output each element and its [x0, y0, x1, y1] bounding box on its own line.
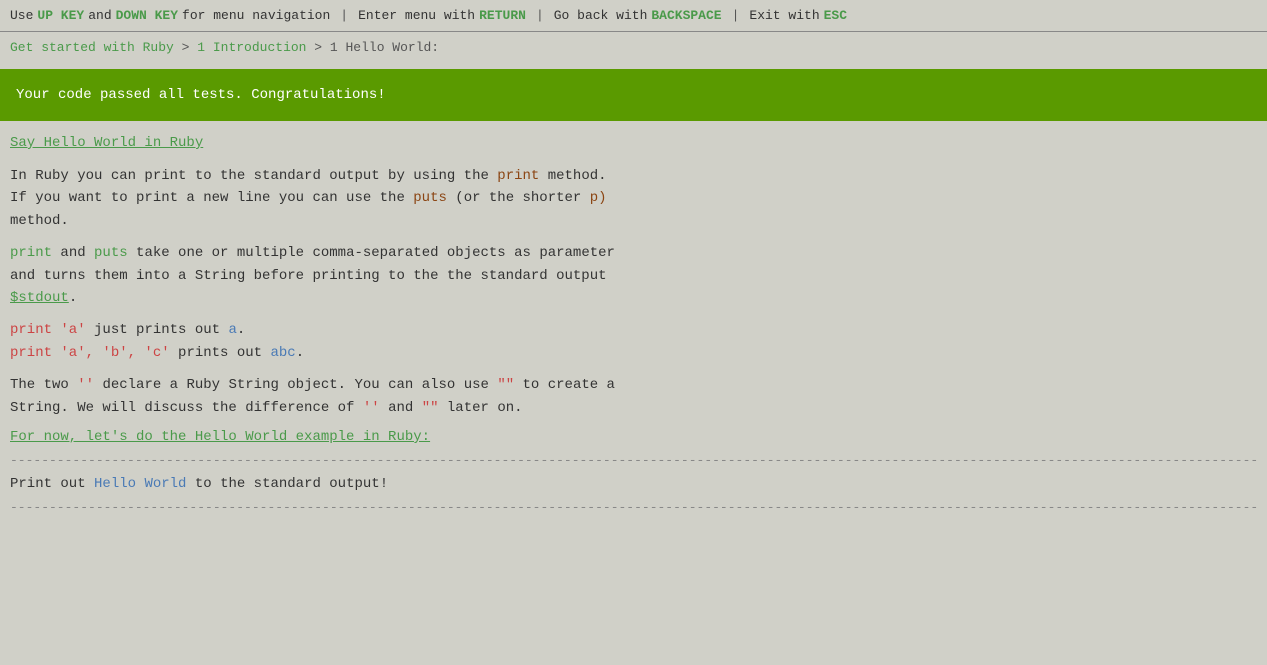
top-bar: Use UP KEY and DOWN KEY for menu navigat… [0, 0, 1267, 31]
para2-code1: puts [413, 190, 447, 206]
separator3: | [732, 8, 740, 23]
divider-dashes-1: ----------------------------------------… [10, 453, 1257, 468]
example-link-container: For now, let's do the Hello World exampl… [10, 429, 1257, 445]
lesson-title[interactable]: Say Hello World in Ruby [10, 135, 203, 151]
content: Say Hello World in Ruby In Ruby you can … [0, 127, 1267, 529]
para4-code3: '' [363, 400, 380, 416]
separator2: | [536, 8, 544, 23]
para4-code2: "" [497, 377, 514, 393]
topbar-text1: Use [10, 8, 33, 23]
example1-dot: . [237, 322, 245, 338]
breadcrumb-sep2: > [314, 40, 330, 55]
paragraph-2: print and puts take one or multiple comm… [10, 242, 1257, 309]
example-link[interactable]: For now, let's do the Hello World exampl… [10, 429, 430, 445]
example2-mid: prints out [178, 345, 270, 361]
para3-var: $stdout [10, 290, 69, 306]
breadcrumb-link1[interactable]: Get started with Ruby [10, 40, 174, 55]
key-up: UP KEY [37, 8, 84, 23]
para3-dot: . [69, 290, 77, 306]
para1-pre: In Ruby you can print to the standard ou… [10, 168, 489, 184]
para4-mid1: declare a Ruby String object. You can al… [102, 377, 488, 393]
banner-message: Your code passed all tests. Congratulati… [16, 87, 386, 103]
task-post: to the standard output! [195, 476, 388, 492]
key-return: RETURN [479, 8, 526, 23]
para1-post: method. [548, 168, 607, 184]
para3-code2: puts [94, 245, 128, 261]
example2-val: abc [270, 345, 295, 361]
breadcrumb-link2[interactable]: 1 Introduction [197, 40, 306, 55]
para3-mid1: and [60, 245, 94, 261]
breadcrumb: Get started with Ruby > 1 Introduction >… [0, 32, 1267, 63]
para2-post: method. [10, 213, 69, 229]
paragraph-3: print 'a' just prints out a. print 'a', … [10, 319, 1257, 364]
breadcrumb-sep1: > [182, 40, 198, 55]
topbar-text3: for menu navigation [182, 8, 330, 23]
para4-code4: "" [422, 400, 439, 416]
para2-code2: p) [590, 190, 607, 206]
topbar-text2: and [88, 8, 111, 23]
example2-code: print 'a', 'b', 'c' [10, 345, 170, 361]
para1-code: print [497, 168, 539, 184]
divider-dashes-2: ----------------------------------------… [10, 500, 1257, 515]
para4-pre: The two [10, 377, 69, 393]
topbar-text4: Enter menu with [358, 8, 475, 23]
key-esc: ESC [824, 8, 847, 23]
example1-val: a [228, 322, 236, 338]
key-backspace: BACKSPACE [651, 8, 721, 23]
example1-mid: just prints out [94, 322, 228, 338]
para4-post: later on. [447, 400, 523, 416]
example2-dot: . [296, 345, 304, 361]
topbar-text5: Go back with [554, 8, 648, 23]
example1-code: print 'a' [10, 322, 86, 338]
separator1: | [340, 8, 348, 23]
task-pre: Print out [10, 476, 86, 492]
task-code: Hello World [94, 476, 186, 492]
para4-mid3: and [388, 400, 422, 416]
para4-code1: '' [77, 377, 94, 393]
para2-mid: (or the shorter [455, 190, 581, 206]
topbar-text6: Exit with [749, 8, 819, 23]
key-down: DOWN KEY [116, 8, 178, 23]
success-banner: Your code passed all tests. Congratulati… [0, 69, 1267, 121]
para3-code1: print [10, 245, 52, 261]
paragraph-1: In Ruby you can print to the standard ou… [10, 165, 1257, 232]
para2-pre: If you want to print a new line you can … [10, 190, 405, 206]
breadcrumb-current: 1 Hello World: [330, 40, 439, 55]
task-line: Print out Hello World to the standard ou… [10, 476, 1257, 492]
paragraph-4: The two '' declare a Ruby String object.… [10, 374, 1257, 419]
